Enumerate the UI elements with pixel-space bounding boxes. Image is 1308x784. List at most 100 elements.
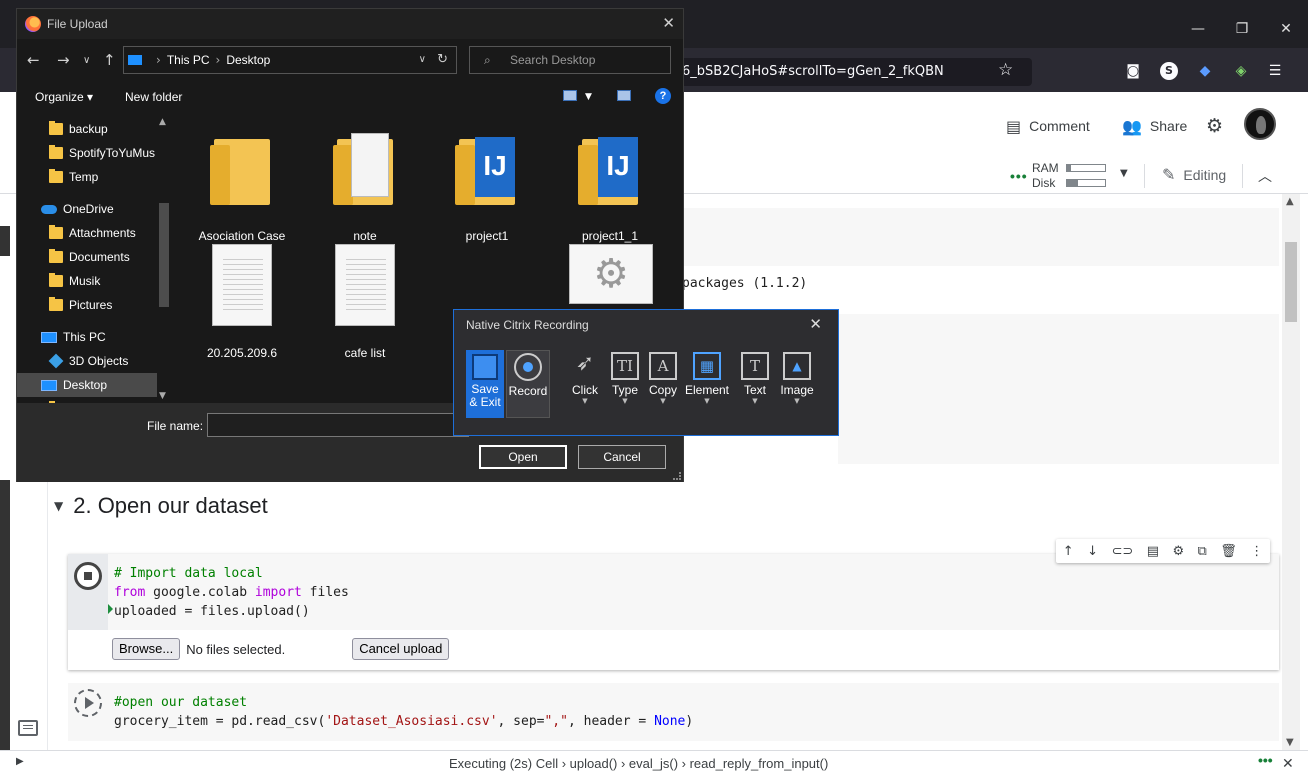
click-tool-button[interactable]: ➶ Click ▼ xyxy=(566,350,604,418)
mirror-cell-icon[interactable]: ⧉ xyxy=(1198,544,1207,559)
sidebar-item-spotifytoyumus[interactable]: SpotifyToYuMus xyxy=(17,141,157,165)
close-icon[interactable]: ✕ xyxy=(662,14,675,32)
navigation-scrollbar[interactable]: ▲ ▼ xyxy=(157,113,171,403)
table-of-contents-icon[interactable] xyxy=(18,720,38,736)
browse-button[interactable]: Browse... xyxy=(112,638,181,660)
scroll-thumb[interactable] xyxy=(159,203,169,307)
close-icon[interactable]: ✕ xyxy=(809,315,822,333)
preview-pane-icon[interactable] xyxy=(617,90,631,101)
back-arrow-icon[interactable]: ← xyxy=(27,51,40,69)
chevron-down-icon[interactable]: ▼ xyxy=(585,92,592,102)
close-window-button[interactable]: ✕ xyxy=(1266,14,1306,44)
scroll-thumb[interactable] xyxy=(1285,242,1297,322)
scroll-down-icon[interactable]: ▼ xyxy=(1286,737,1294,748)
sidebar-item-attachments[interactable]: Attachments xyxy=(17,221,157,245)
sidebar-item-pictures[interactable]: Pictures xyxy=(17,293,157,317)
help-icon[interactable]: ? xyxy=(655,88,671,104)
file-item[interactable]: 20.205.209.6 xyxy=(187,240,297,364)
menu-icon[interactable]: ☰ xyxy=(1266,62,1284,80)
pocket-icon[interactable]: ◙ xyxy=(1124,62,1142,80)
url-input[interactable]: 6_bSB2CJaHoS#scrollTo=gGen_2_fkQBN xyxy=(676,58,982,86)
file-item[interactable]: Asociation Case xyxy=(187,123,297,247)
sidebar-item-3d-objects[interactable]: 3D Objects xyxy=(17,349,157,373)
comment-icon[interactable]: ▤ xyxy=(1147,544,1159,559)
share-button[interactable]: 👥 Share xyxy=(1122,114,1187,138)
chevron-down-icon[interactable]: ▼ xyxy=(736,397,774,405)
star-icon[interactable]: ☆ xyxy=(998,60,1013,80)
cancel-upload-button[interactable]: Cancel upload xyxy=(352,638,450,660)
code-cell-read-csv[interactable]: #open our dataset grocery_item = pd.read… xyxy=(68,683,1279,741)
chevron-down-icon[interactable]: ▼ xyxy=(644,397,682,405)
address-bar[interactable]: › This PC › Desktop ∨ ↻ xyxy=(123,46,457,74)
sidebar-item-musik[interactable]: Musik xyxy=(17,269,157,293)
cancel-button[interactable]: Cancel xyxy=(578,445,666,469)
copy-tool-button[interactable]: A Copy ▼ xyxy=(644,350,682,418)
chevron-down-icon[interactable]: ▼ xyxy=(778,397,816,405)
record-button[interactable]: Record xyxy=(506,350,550,418)
section-heading[interactable]: ▼ 2. Open our dataset xyxy=(54,493,268,519)
editing-button[interactable]: ✎ Editing xyxy=(1162,165,1226,184)
caret-down-icon[interactable]: ▼ xyxy=(54,499,63,513)
open-button[interactable]: Open xyxy=(479,445,567,469)
more-vert-icon[interactable]: ⋮ xyxy=(1250,544,1263,559)
gear-icon[interactable]: ⚙ xyxy=(1206,114,1223,138)
sidebar-item-backup[interactable]: backup xyxy=(17,117,157,141)
breadcrumb-thispc[interactable]: This PC xyxy=(167,53,210,67)
chevron-up-icon[interactable]: ︿ xyxy=(1258,166,1272,186)
maximize-button[interactable]: ❐ xyxy=(1222,14,1262,44)
resize-grip[interactable] xyxy=(673,472,681,480)
link-icon[interactable]: ⊂⊃ xyxy=(1111,544,1133,559)
view-options-icon[interactable] xyxy=(563,90,577,101)
run-cell-button[interactable] xyxy=(74,689,102,717)
text-tool-button[interactable]: T Text ▼ xyxy=(736,350,774,418)
minimize-button[interactable]: — xyxy=(1178,14,1218,44)
save-exit-button[interactable]: Save & Exit xyxy=(466,350,504,418)
chevron-down-icon[interactable]: ▼ xyxy=(566,397,604,405)
avatar[interactable] xyxy=(1244,108,1276,140)
new-folder-button[interactable]: New folder xyxy=(125,90,182,104)
delete-icon[interactable]: 🗑 xyxy=(1220,544,1237,559)
chevron-down-icon[interactable]: ▼ xyxy=(684,397,730,405)
chevron-down-icon[interactable]: ▼ xyxy=(606,397,644,405)
stop-execution-button[interactable] xyxy=(74,562,102,590)
forward-arrow-icon[interactable]: → xyxy=(57,51,70,69)
sidebar-item-documents[interactable]: Documents xyxy=(17,245,157,269)
sidebar-item-temp[interactable]: Temp xyxy=(17,165,157,189)
type-tool-button[interactable]: TI Type ▼ xyxy=(606,350,644,418)
comment-button[interactable]: ▤ Comment xyxy=(1006,114,1090,138)
close-icon[interactable]: ✕ xyxy=(1282,756,1294,772)
sidebar-item-this-pc[interactable]: This PC xyxy=(17,325,157,349)
chevron-down-icon[interactable]: ∨ xyxy=(419,47,426,73)
search-input[interactable]: ⌕ Search Desktop xyxy=(469,46,671,74)
element-tool-button[interactable]: ▦ Element ▼ xyxy=(684,350,730,418)
file-name-input[interactable] xyxy=(207,413,469,437)
account-icon[interactable]: S xyxy=(1160,62,1178,80)
status-dots-icon[interactable]: ••• xyxy=(1258,752,1273,768)
resources-indicator[interactable]: ••• RAM Disk ▼ xyxy=(1010,160,1130,190)
gear-icon[interactable]: ⚙ xyxy=(1172,544,1184,559)
chevron-down-icon[interactable]: ▼ xyxy=(1120,168,1128,179)
puzzle-icon[interactable]: ◈ xyxy=(1232,62,1250,80)
up-arrow-icon[interactable]: ↑ xyxy=(103,51,116,69)
file-item[interactable]: cafe list xyxy=(310,240,420,364)
move-up-icon[interactable]: ↑ xyxy=(1063,544,1074,559)
refresh-icon[interactable]: ↻ xyxy=(437,47,448,73)
scroll-up-icon[interactable]: ▲ xyxy=(1286,196,1294,207)
notebook-scrollbar[interactable]: ▲ ▼ xyxy=(1282,194,1300,750)
file-item[interactable]: IJ project1 xyxy=(432,123,542,247)
recent-chevron-icon[interactable]: ∨ xyxy=(83,55,90,66)
sidebar-item-desktop[interactable]: Desktop xyxy=(17,373,157,397)
organize-button[interactable]: Organize ▾ xyxy=(35,90,93,104)
scroll-up-icon[interactable]: ▲ xyxy=(159,117,166,127)
breadcrumb-desktop[interactable]: Desktop xyxy=(226,53,270,67)
expand-icon[interactable]: ▶ xyxy=(16,756,24,767)
sidebar-item-onedrive[interactable]: OneDrive xyxy=(17,197,157,221)
file-item[interactable]: IJ project1_1 xyxy=(555,123,665,247)
extension-icon[interactable]: ◆ xyxy=(1196,62,1214,80)
file-item[interactable]: note xyxy=(310,123,420,247)
computer-icon xyxy=(41,379,57,391)
move-down-icon[interactable]: ↓ xyxy=(1087,544,1098,559)
code-cell-upload[interactable]: # Import data local from google.colab im… xyxy=(68,554,1279,670)
image-tool-button[interactable]: ▲ Image ▼ xyxy=(778,350,816,418)
scroll-down-icon[interactable]: ▼ xyxy=(159,391,166,401)
